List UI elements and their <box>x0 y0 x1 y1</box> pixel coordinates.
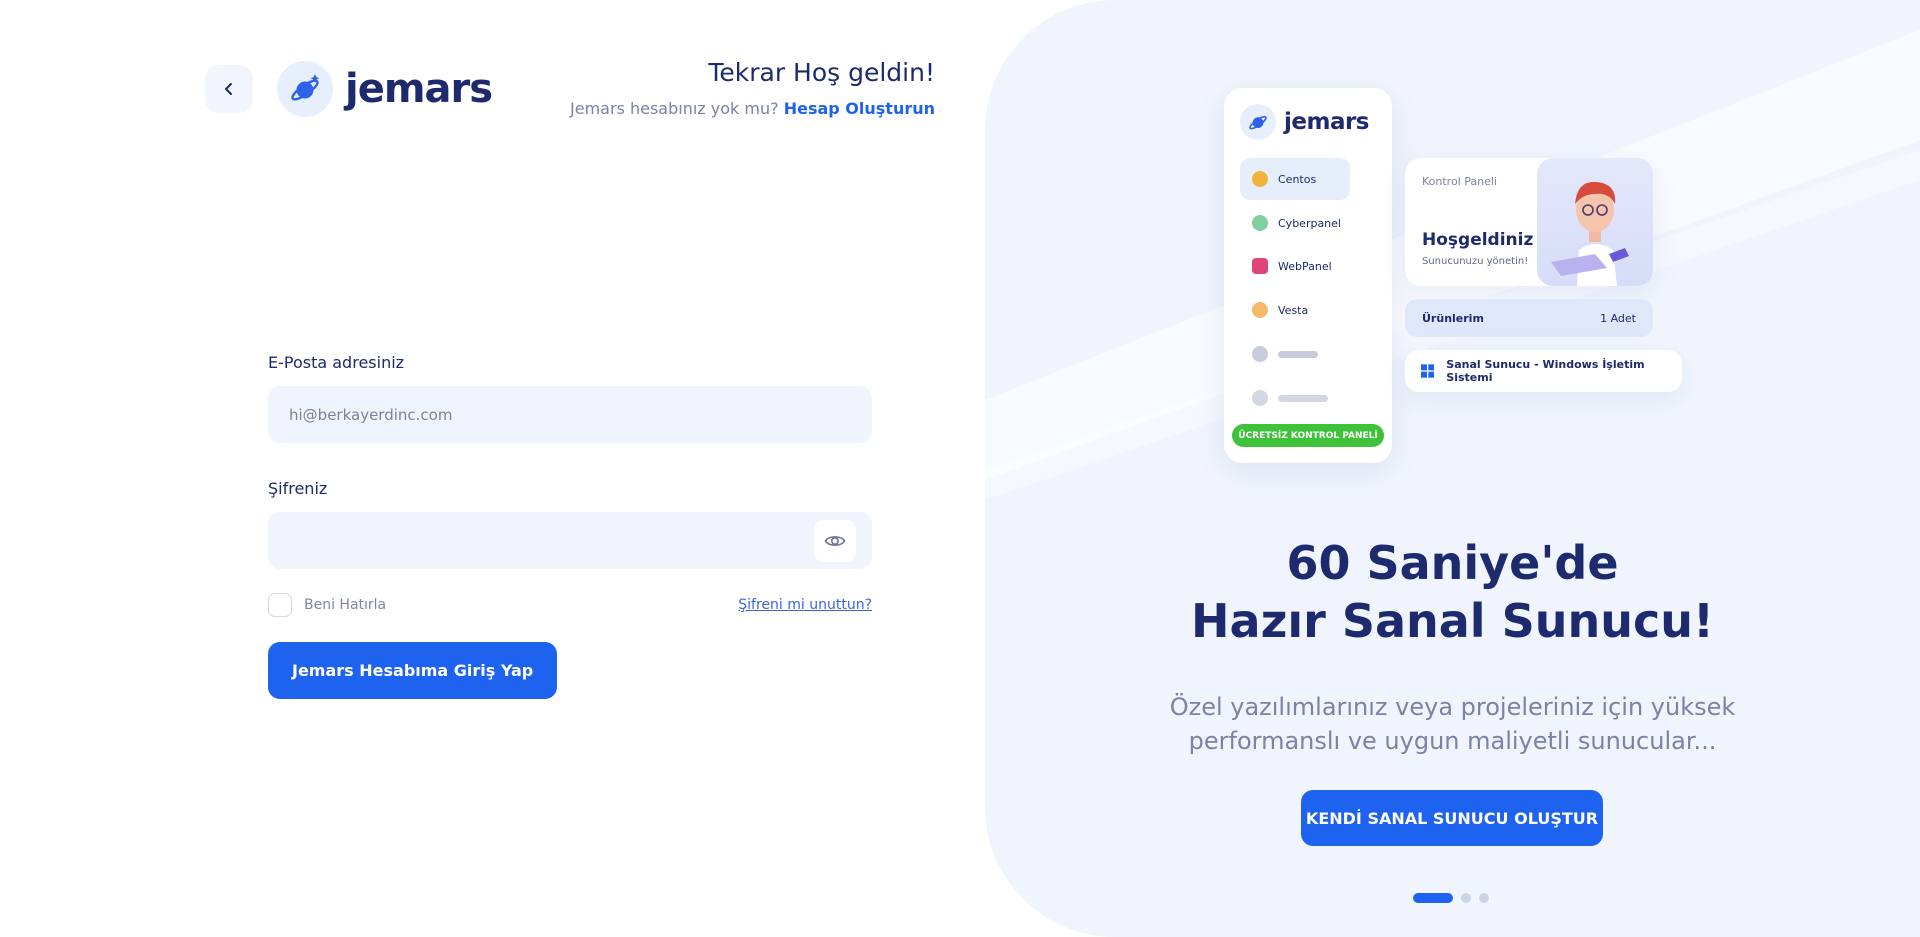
back-button[interactable] <box>205 65 253 113</box>
create-server-button[interactable]: KENDİ SANAL SUNUCU OLUŞTUR <box>1301 790 1603 846</box>
welcome-header: Tekrar Hoş geldin! Jemars hesabınız yok … <box>570 58 935 118</box>
chevron-left-icon <box>225 83 232 95</box>
card-subtitle: Sunucunuzu yönetin! <box>1422 256 1529 267</box>
password-field[interactable] <box>268 512 872 569</box>
menu-label: Centos <box>1278 172 1317 186</box>
mockup-menu-item: Cyberpanel <box>1240 202 1350 244</box>
placeholder-icon <box>1252 346 1268 362</box>
signup-prompt: Jemars hesabınız yok mu? Hesap Oluşturun <box>570 99 935 118</box>
remember-label: Beni Hatırla <box>304 597 387 613</box>
no-account-text: Jemars hesabınız yok mu? <box>570 99 779 118</box>
planet-logo-icon <box>1240 104 1276 140</box>
mockup-brand-name: jemars <box>1284 109 1370 135</box>
promo-panel: jemars Centos Cyberpanel WebPanel Vesta <box>985 0 1920 937</box>
email-field-wrapper <box>268 386 872 443</box>
show-password-button[interactable] <box>814 520 856 562</box>
avatar <box>1537 158 1653 286</box>
mockup-placeholder-item <box>1240 377 1350 419</box>
hero-title: 60 Saniye'de Hazır Sanal Sunucu! <box>985 534 1920 650</box>
create-account-link[interactable]: Hesap Oluşturun <box>784 99 935 118</box>
mockup-placeholder-item <box>1240 333 1350 375</box>
email-label: E-Posta adresiniz <box>268 353 405 372</box>
carousel-dot-1[interactable] <box>1413 893 1453 903</box>
webpanel-icon <box>1252 258 1268 274</box>
placeholder-icon <box>1252 390 1268 406</box>
login-button[interactable]: Jemars Hesabıma Giriş Yap <box>268 642 558 699</box>
remember-row: Beni Hatırla Şifreni mi unuttun? <box>268 593 872 617</box>
mockup-server-item: Sanal Sunucu - Windows İşletim Sistemi <box>1405 350 1682 392</box>
menu-label: Vesta <box>1278 303 1309 317</box>
products-count: 1 Adet <box>1600 311 1636 325</box>
login-form: E-Posta adresiniz Şifreniz Beni Hatırla … <box>268 353 872 699</box>
brand[interactable]: jemars <box>277 61 493 117</box>
card-caption: Kontrol Paneli <box>1422 175 1497 188</box>
hero-title-line-2: Hazır Sanal Sunucu! <box>1191 594 1714 648</box>
mockup-menu-item: Vesta <box>1240 289 1350 331</box>
welcome-title: Tekrar Hoş geldin! <box>708 58 935 87</box>
remember-checkbox[interactable] <box>268 593 292 617</box>
carousel-dot-2[interactable] <box>1461 893 1471 903</box>
mockup-products-bar: Ürünlerim 1 Adet <box>1405 299 1653 337</box>
mockup-cta-badge: ÜCRETSİZ KONTROL PANELİ <box>1232 424 1384 447</box>
products-label: Ürünlerim <box>1422 311 1484 325</box>
vesta-icon <box>1252 302 1268 318</box>
password-label: Şifreniz <box>268 479 328 498</box>
hero-title-line-1: 60 Saniye'de <box>1286 536 1619 590</box>
card-title: Hoşgeldiniz <box>1422 230 1534 250</box>
server-label: Sanal Sunucu - Windows İşletim Sistemi <box>1446 358 1645 384</box>
mockup-welcome-card: Kontrol Paneli Hoşgeldiniz Sunucunuzu yö… <box>1405 158 1653 286</box>
forgot-password-link[interactable]: Şifreni mi unuttun? <box>738 597 872 613</box>
login-page: jemars Tekrar Hoş geldin! Jemars hesabın… <box>0 0 1920 937</box>
placeholder-bar <box>1278 350 1318 358</box>
centos-icon <box>1252 171 1268 187</box>
mockup-sidebar: jemars Centos Cyberpanel WebPanel Vesta <box>1224 88 1392 463</box>
windows-icon <box>1421 364 1435 378</box>
email-field[interactable] <box>268 386 872 443</box>
password-field-wrapper <box>268 512 872 569</box>
brand-name: jemars <box>345 66 493 112</box>
mockup-menu-item: WebPanel <box>1240 245 1350 287</box>
eye-icon <box>824 536 846 546</box>
cyberpanel-icon <box>1252 215 1268 231</box>
carousel-dots <box>1413 893 1489 903</box>
remember-me: Beni Hatırla <box>268 593 386 617</box>
mockup-brand: jemars <box>1240 104 1370 140</box>
hero-subtitle: Özel yazılımlarınız veya projeleriniz iç… <box>985 690 1920 758</box>
character-illustration <box>1551 181 1629 286</box>
placeholder-bar <box>1278 394 1328 402</box>
menu-label: Cyberpanel <box>1278 216 1341 230</box>
hero-subtitle-line-1: Özel yazılımlarınız veya projeleriniz iç… <box>1169 693 1736 721</box>
planet-logo-icon <box>277 61 333 117</box>
hero-subtitle-line-2: performanslı ve uygun maliyetli sunucula… <box>1188 727 1717 755</box>
menu-label: WebPanel <box>1278 259 1332 273</box>
mockup-menu-item: Centos <box>1240 158 1350 200</box>
carousel-dot-3[interactable] <box>1479 893 1489 903</box>
